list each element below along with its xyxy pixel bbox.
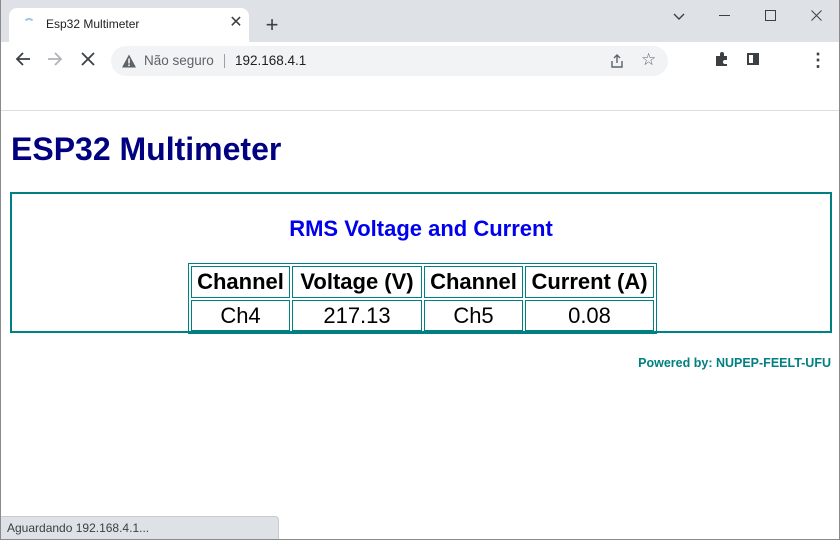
arrow-right-icon bbox=[48, 52, 63, 66]
close-icon bbox=[810, 10, 822, 21]
kebab-menu-icon[interactable]: ⋮ bbox=[809, 49, 827, 71]
minimize-icon bbox=[718, 15, 730, 16]
address-bar[interactable]: Não seguro 192.168.4.1 ☆ bbox=[111, 46, 668, 76]
tab-strip: Esp32 Multimeter ✕ + bbox=[1, 0, 839, 42]
table-header: Channel bbox=[424, 266, 523, 298]
tab-close-icon[interactable]: ✕ bbox=[227, 14, 245, 32]
side-panel-icon[interactable] bbox=[747, 53, 759, 65]
star-icon[interactable]: ☆ bbox=[641, 51, 656, 69]
back-button[interactable] bbox=[10, 48, 36, 74]
table-cell: 0.08 bbox=[525, 300, 654, 331]
table-row: Ch4 217.13 Ch5 0.08 bbox=[191, 300, 654, 331]
active-tab[interactable]: Esp32 Multimeter ✕ bbox=[9, 8, 249, 42]
browser-toolbar: Não seguro 192.168.4.1 ☆ ⋮ bbox=[1, 42, 839, 80]
loading-spinner-icon bbox=[23, 18, 35, 30]
maximize-button[interactable] bbox=[747, 4, 793, 28]
panel-heading: RMS Voltage and Current bbox=[289, 216, 553, 241]
security-label[interactable]: Não seguro bbox=[144, 53, 214, 68]
page-title: ESP32 Multimeter bbox=[11, 131, 282, 167]
browser-window: Esp32 Multimeter ✕ + Não seguro 192.168.… bbox=[0, 0, 840, 540]
table-header-row: Channel Voltage (V) Channel Current (A) bbox=[191, 266, 654, 298]
chevron-down-icon bbox=[673, 13, 685, 20]
tab-search-button[interactable] bbox=[656, 4, 702, 28]
table-cell: 217.13 bbox=[292, 300, 422, 331]
measurement-panel: RMS Voltage and Current Channel Voltage … bbox=[10, 192, 832, 334]
puzzle-icon[interactable] bbox=[713, 50, 731, 68]
page-content: ESP32 Multimeter RMS Voltage and Current… bbox=[1, 111, 839, 516]
warning-icon[interactable] bbox=[121, 53, 137, 69]
powered-by-footer: Powered by: NUPEP-FEELT-UFU bbox=[638, 356, 831, 370]
table-cell: Ch4 bbox=[191, 300, 290, 331]
maximize-icon bbox=[764, 10, 776, 21]
new-tab-button[interactable]: + bbox=[261, 14, 283, 36]
table-header: Voltage (V) bbox=[292, 266, 422, 298]
measurement-table: Channel Voltage (V) Channel Current (A) … bbox=[188, 263, 657, 334]
table-cell: Ch5 bbox=[424, 300, 523, 331]
table-header: Channel bbox=[191, 266, 290, 298]
status-text: Aguardando 192.168.4.1... bbox=[7, 521, 150, 535]
omnibox-divider bbox=[224, 54, 225, 68]
tab-title: Esp32 Multimeter bbox=[46, 17, 140, 31]
status-bubble: Aguardando 192.168.4.1... bbox=[1, 516, 279, 539]
url-text[interactable]: 192.168.4.1 bbox=[235, 53, 306, 68]
minimize-button[interactable] bbox=[701, 4, 747, 28]
share-icon[interactable] bbox=[609, 53, 625, 69]
close-icon bbox=[81, 52, 95, 66]
table-header: Current (A) bbox=[525, 266, 654, 298]
window-close-button[interactable] bbox=[793, 4, 839, 28]
stop-loading-button[interactable] bbox=[75, 48, 101, 74]
forward-button[interactable] bbox=[42, 48, 68, 74]
arrow-left-icon bbox=[15, 52, 30, 66]
